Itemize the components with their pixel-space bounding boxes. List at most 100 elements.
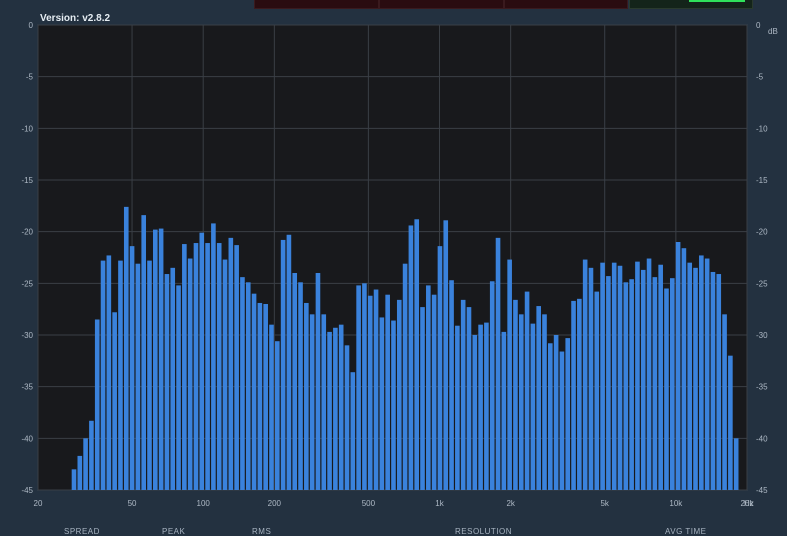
y-tick-label-right: -20 [756,228,768,237]
spectrum-bar [542,314,547,490]
x-tick-label: 500 [362,499,376,508]
footer-label-spread: SPREAD [64,527,100,536]
spectrum-bar [617,265,623,490]
x-tick-label: 2k [506,499,515,508]
spectrum-bar [455,325,460,490]
spectrum-bar [274,341,280,490]
spectrum-bar [664,288,669,490]
spectrum-bar [147,260,152,490]
spectrum-bar [211,223,216,490]
spectrum-bar [123,206,129,490]
spectrum-bar [327,331,332,490]
spectrum-bar [623,282,629,490]
spectrum-bar [693,267,698,490]
spectrum-bar [199,232,205,490]
spectrum-bar [141,215,146,490]
spectrum-bar [716,274,722,490]
spectrum-bar [170,267,176,490]
spectrum-bar [94,319,100,490]
spectrum-bar [304,302,309,490]
spectrum-bar [704,258,710,490]
y-tick-label-right: -10 [756,124,768,133]
spectrum-bar [635,261,640,490]
spectrum-bar [577,298,582,490]
spectrum-bar [524,291,530,490]
spectrum-bar [443,220,449,491]
y-tick-label-right: -30 [756,331,768,340]
spectrum-bar [158,228,164,491]
footer-label-resolution: RESOLUTION [455,527,513,536]
y-tick-label-left: -45 [21,486,33,495]
spectrum-bar [699,255,704,490]
spectrum-bar [338,324,344,490]
spectrum-bar [350,372,356,490]
spectrum-bar [269,324,274,490]
spectrum-bar [222,259,228,490]
spectrum-bar [414,219,420,490]
spectrum-bar [675,242,681,490]
spectrum-bar [559,351,565,490]
spectrum-bar [431,294,437,490]
spectrum-bar [553,335,559,490]
spectrum-bar [548,343,553,490]
spectrum-bar [251,293,257,490]
spectrum-bar [164,274,170,490]
spectrum-bar [687,262,693,490]
y-tick-label-right: -45 [756,486,768,495]
spectrum-bar [263,304,268,490]
spectrum-bar [733,438,739,490]
spectrum-bar [257,302,263,490]
spectrum-bar [495,237,501,490]
spectrum-bar [292,273,298,490]
spectrum-bar [518,314,524,490]
spectrum-bar [71,469,77,490]
spectrum-bar [571,300,576,490]
spectrum-bar [536,306,541,490]
spectrum-bar [234,245,239,490]
spectrum-bar [280,239,286,490]
spectrum-bar [309,314,315,490]
y-tick-label-right: 0 [756,21,761,30]
spectrum-bar [112,312,117,490]
footer-label-avg-time: AVG TIME [665,527,707,536]
x-tick-label: 5k [600,499,609,508]
x-tick-label: 10k [669,499,683,508]
footer-label-rms: RMS [252,527,272,536]
spectrum-bar [193,243,199,490]
spectrum-bar [658,264,663,490]
spectrum-bar [333,327,338,490]
spectrum-bar [89,420,94,490]
spectrum-bar [681,248,687,490]
y-tick-label-left: -30 [21,331,33,340]
y-tick-label-right: -35 [756,383,768,392]
spectrum-bar [83,438,88,490]
y-tick-label-right: -15 [756,176,768,185]
y-tick-label-left: -25 [21,279,33,288]
spectrum-bar [379,317,385,490]
spectrum-bar [373,289,379,490]
spectrum-bar [205,243,210,490]
y-tick-label-left: -40 [21,434,33,443]
spectrum-bar [449,280,454,490]
y-tick-label-left: -35 [21,383,33,392]
spectrum-bar [216,243,222,490]
spectrum-bar [408,225,414,490]
x-tick-label: 1k [435,499,444,508]
spectrum-bar [420,307,425,490]
spectrum-bar [176,285,181,490]
spectrum-bar [426,285,431,490]
spectrum-bar [315,273,321,490]
spectrum-bar [437,246,443,490]
spectrum-bar [501,331,507,490]
y-tick-label-left: -20 [21,228,33,237]
spectrum-bar [298,282,303,490]
y-unit-label: dB [768,27,778,36]
spectrum-bar [286,234,292,490]
spectrum-bar [669,278,675,490]
x-unit-label: Hz [744,499,754,508]
spectrum-bar [507,259,512,490]
spectrum-bar [240,277,245,490]
spectrum-bar [600,262,605,490]
spectrum-bar [629,279,634,490]
spectrum-bar [594,291,600,490]
